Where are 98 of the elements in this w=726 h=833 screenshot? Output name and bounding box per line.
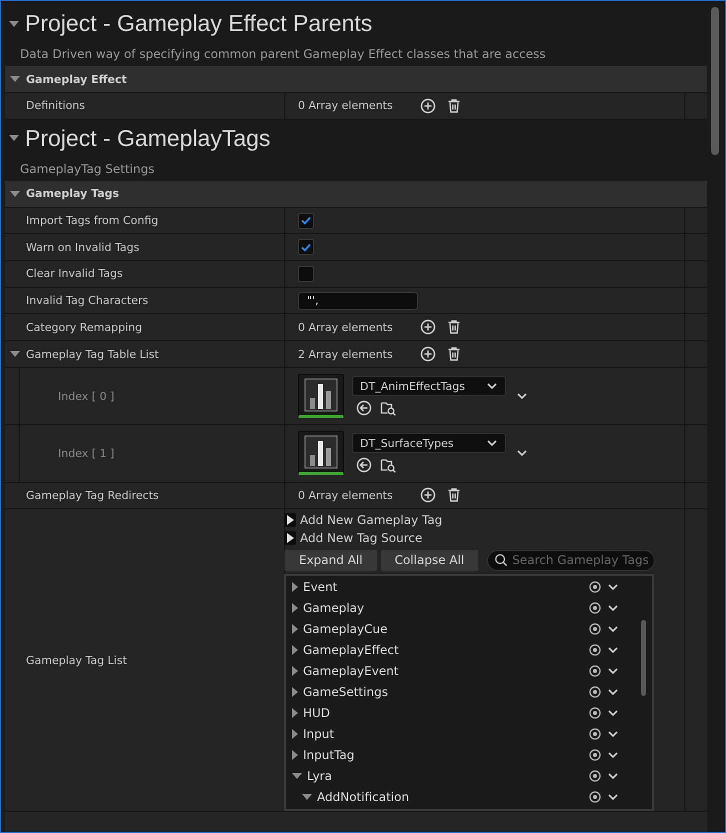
section-description: GameplayTag Settings: [19, 161, 156, 178]
tree-button[interactable]: Collapse All: [380, 548, 480, 572]
asset-dropdown[interactable]: DT_AnimEffectTags: [352, 376, 506, 396]
expanded-arrow-icon[interactable]: [9, 135, 19, 142]
tree-row[interactable]: Event: [286, 576, 637, 598]
tag-name: GameplayCue: [302, 622, 388, 636]
property-label: Category Remapping: [26, 320, 142, 334]
expanded-arrow-icon[interactable]: [9, 20, 19, 27]
tag-name: Event: [302, 580, 338, 594]
trash-icon[interactable]: [446, 98, 462, 114]
category-title: Gameplay Tags: [26, 187, 120, 200]
target-icon[interactable]: [589, 790, 601, 803]
tag-name: Lyra: [306, 768, 333, 783]
checkmark-icon: [301, 242, 311, 252]
tree-row[interactable]: GameplayEffect: [286, 639, 637, 660]
target-icon[interactable]: [589, 770, 601, 782]
folder-search-icon[interactable]: [380, 457, 396, 474]
add-action-link[interactable]: Add New Gameplay Tag: [284, 511, 656, 530]
collapsed-arrow-icon[interactable]: [292, 708, 298, 718]
folder-search-icon[interactable]: [380, 400, 396, 416]
tag-name: AddNotification: [316, 790, 410, 804]
target-icon[interactable]: [589, 602, 601, 614]
property-label: Import Tags from Config: [26, 214, 158, 228]
collapsed-arrow-icon[interactable]: [292, 686, 298, 697]
property-label: Gameplay Tag List: [26, 654, 127, 667]
target-icon[interactable]: [589, 664, 601, 677]
add-icon[interactable]: [420, 346, 436, 362]
expanded-arrow-icon[interactable]: [10, 351, 20, 358]
category-title: Gameplay Effect: [26, 72, 127, 86]
target-icon[interactable]: [589, 644, 601, 656]
property-label: Definitions: [26, 99, 85, 112]
checkbox[interactable]: [298, 212, 314, 229]
text-field[interactable]: "',: [298, 292, 418, 310]
index-label: Index [ 0 ]: [57, 390, 114, 403]
index-label: Index [ 1 ]: [57, 446, 114, 460]
property-label: Warn on Invalid Tags: [26, 240, 140, 254]
array-count: 2 Array elements: [298, 348, 394, 361]
search-field[interactable]: Search Gameplay Tags: [487, 550, 656, 571]
category-header[interactable]: Gameplay Effect: [5, 66, 707, 93]
asset-dropdown[interactable]: DT_SurfaceTypes: [352, 433, 506, 454]
tree-row[interactable]: Lyra: [286, 765, 637, 786]
property-label: Gameplay Tag Redirects: [26, 488, 159, 502]
asset-thumbnail[interactable]: [298, 374, 344, 418]
tree-row[interactable]: GameSettings: [286, 681, 637, 702]
target-icon[interactable]: [589, 622, 601, 635]
collapsed-arrow-icon[interactable]: [292, 750, 298, 760]
add-icon[interactable]: [420, 98, 436, 114]
section-title: Project - GameplayTags: [25, 124, 270, 152]
play-arrow-icon: [286, 515, 294, 526]
trash-icon[interactable]: [446, 346, 462, 362]
tag-name: GameplayEffect: [302, 642, 400, 657]
section-description: Data Driven way of specifying common parent Gameplay Effect classes that are access: [19, 46, 547, 64]
tag-name: Gameplay: [302, 600, 366, 615]
checkbox[interactable]: [298, 239, 314, 256]
array-count: 0 Array elements: [298, 488, 394, 502]
property-label: Gameplay Tag Table List: [26, 348, 159, 361]
trash-icon[interactable]: [446, 487, 462, 504]
collapsed-arrow-icon[interactable]: [292, 582, 298, 592]
section-title: Project - Gameplay Effect Parents: [25, 10, 372, 38]
collapsed-arrow-icon[interactable]: [292, 602, 298, 613]
tree-row[interactable]: Gameplay: [286, 597, 637, 618]
tag-name: InputTag: [302, 748, 356, 762]
tag-name: HUD: [302, 706, 332, 720]
target-icon[interactable]: [589, 580, 601, 593]
tag-name: GameplayEvent: [302, 664, 400, 678]
tree-row[interactable]: InputTag: [286, 744, 637, 766]
asset-thumbnail[interactable]: [298, 431, 344, 476]
array-count: 0 Array elements: [298, 320, 394, 334]
play-arrow-icon: [286, 533, 294, 544]
checkbox[interactable]: [298, 266, 314, 282]
trash-icon[interactable]: [446, 319, 462, 336]
checkmark-icon: [301, 216, 311, 226]
category-header[interactable]: Gameplay Tags: [5, 180, 707, 208]
add-icon[interactable]: [420, 487, 436, 504]
expanded-arrow-icon[interactable]: [292, 772, 302, 779]
property-label: Clear Invalid Tags: [26, 267, 123, 280]
property-label: Invalid Tag Characters: [26, 294, 148, 308]
search-icon: [494, 552, 508, 568]
collapsed-arrow-icon[interactable]: [292, 624, 298, 634]
target-icon[interactable]: [589, 706, 601, 719]
collapsed-arrow-icon[interactable]: [292, 666, 298, 676]
target-icon[interactable]: [589, 748, 601, 761]
target-icon[interactable]: [589, 686, 601, 698]
tree-row[interactable]: Input: [286, 723, 637, 744]
expanded-arrow-icon[interactable]: [302, 794, 312, 800]
add-action-link[interactable]: Add New Tag Source: [284, 529, 656, 548]
tree-row[interactable]: GameplayCue: [286, 618, 637, 640]
collapsed-arrow-icon[interactable]: [292, 728, 298, 739]
array-count: 0 Array elements: [298, 99, 394, 112]
add-icon[interactable]: [420, 319, 436, 336]
tree-row[interactable]: HUD: [286, 702, 637, 724]
tree-button[interactable]: Expand All: [284, 548, 378, 572]
tree-row[interactable]: GameplayEvent: [286, 660, 637, 682]
tag-name: GameSettings: [302, 684, 389, 699]
collapsed-arrow-icon[interactable]: [292, 644, 298, 655]
target-icon[interactable]: [589, 728, 601, 740]
tag-name: Input: [302, 726, 336, 741]
tree-row[interactable]: AddNotification: [286, 786, 637, 808]
